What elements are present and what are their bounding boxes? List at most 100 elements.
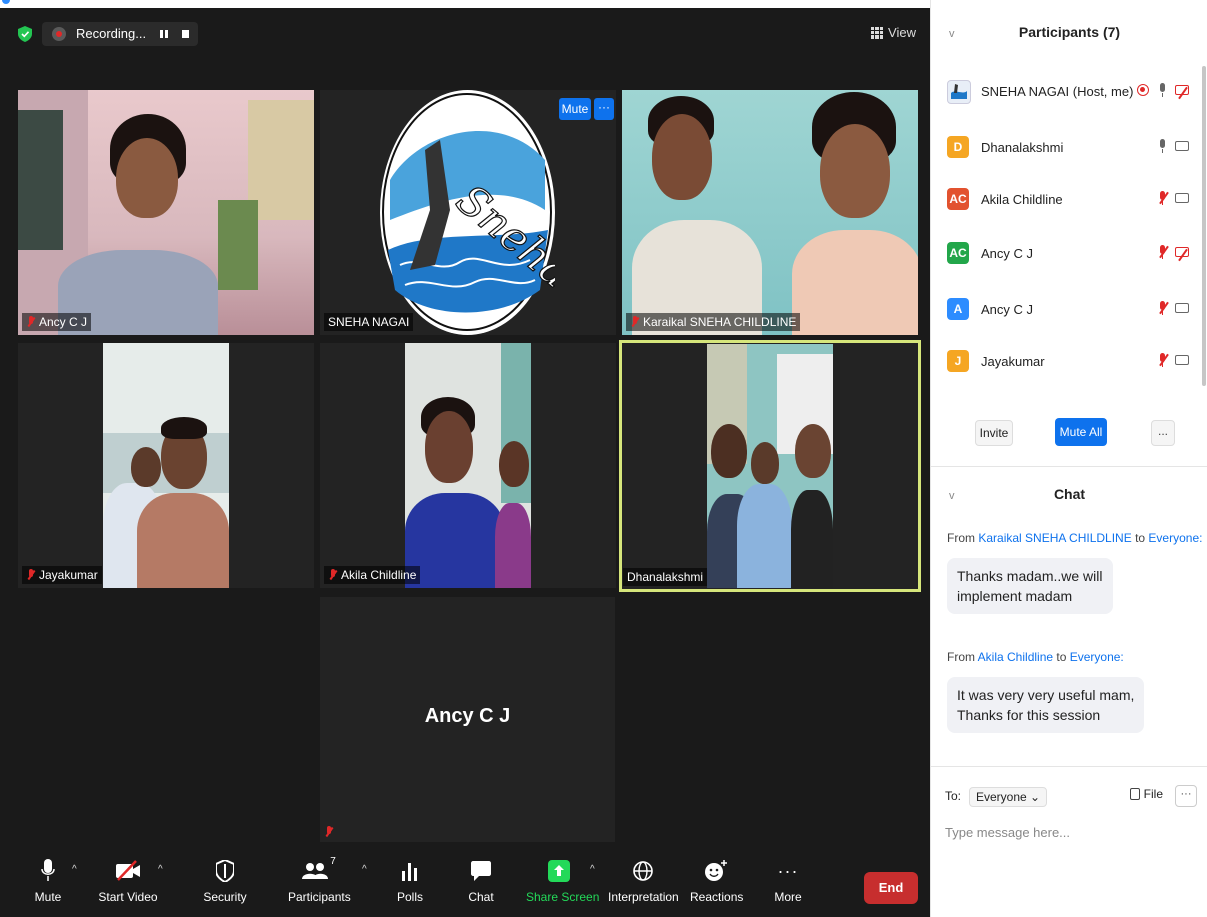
participant-row[interactable]: D Dhanalakshmi: [947, 134, 1197, 162]
file-button[interactable]: File: [1129, 787, 1163, 801]
chat-button[interactable]: Chat: [466, 856, 496, 904]
microphone-muted-icon[interactable]: [1157, 301, 1169, 315]
video-tile-jayakumar[interactable]: Jayakumar: [18, 343, 314, 588]
participant-status: [1157, 353, 1189, 367]
security-label: Security: [203, 890, 247, 904]
meeting-area: Recording... View Ancy C J Sneha SNEHA N…: [0, 8, 930, 917]
file-label: File: [1143, 787, 1163, 801]
tile-name: Akila Childline: [341, 568, 417, 582]
invite-button[interactable]: Invite: [975, 420, 1013, 446]
video-tile-ancy[interactable]: Ancy C J: [18, 90, 314, 335]
interpretation-label: Interpretation: [608, 890, 679, 904]
tile-mute-button[interactable]: Mute: [559, 98, 591, 120]
mute-all-button[interactable]: Mute All: [1055, 418, 1107, 446]
more-dots-icon: ···: [777, 860, 799, 881]
participant-avatar: AC: [947, 242, 969, 264]
video-feed: [18, 90, 314, 335]
tile-name-tag: SNEHA NAGAI: [324, 313, 414, 331]
grid-view-icon: [871, 26, 884, 39]
tile-name: Karaikal SNEHA CHILDLINE: [643, 315, 797, 329]
chat-message-bubble: Thanks madam..we will implement madam: [947, 558, 1113, 614]
chat-message-meta: From Akila Childline to Everyone:: [947, 650, 1124, 664]
tile-name: SNEHA NAGAI: [328, 315, 410, 329]
mic-muted-icon: [630, 316, 640, 328]
video-off-icon[interactable]: [1175, 247, 1189, 262]
security-button[interactable]: Security: [202, 856, 248, 904]
video-feed: [622, 90, 918, 335]
participant-row[interactable]: AC Akila Childline: [947, 186, 1197, 214]
video-off-tile-ancy[interactable]: Ancy C J: [320, 597, 615, 842]
microphone-muted-icon[interactable]: [1157, 245, 1169, 259]
participants-header: Participants (7): [1018, 24, 1121, 40]
participants-scrollbar[interactable]: [1202, 66, 1206, 386]
tile-name: Jayakumar: [39, 568, 98, 582]
participant-name: SNEHA NAGAI (Host, me): [981, 84, 1134, 99]
participant-row[interactable]: SNEHA NAGAI (Host, me): [947, 78, 1197, 106]
participant-avatar: D: [947, 136, 969, 158]
start-video-button[interactable]: Start Video: [96, 856, 160, 904]
chat-recipient-link[interactable]: Everyone:: [1070, 650, 1124, 664]
microphone-icon[interactable]: [1157, 139, 1167, 153]
video-tile-sneha-nagai[interactable]: Sneha SNEHA NAGAI: [320, 90, 616, 335]
view-button[interactable]: View: [871, 25, 916, 40]
participant-row[interactable]: AC Ancy C J: [947, 240, 1197, 268]
share-screen-label: Share Screen: [526, 890, 600, 904]
tile-more-button[interactable]: ···: [594, 98, 614, 120]
share-options-caret[interactable]: ^: [590, 864, 595, 875]
video-off-icon[interactable]: [1175, 85, 1189, 100]
reactions-label: Reactions: [690, 890, 744, 904]
participants-options-caret[interactable]: ^: [362, 864, 367, 875]
video-camera-icon[interactable]: [1175, 355, 1189, 365]
recipient-select[interactable]: Everyone ⌄: [969, 787, 1048, 807]
microphone-icon[interactable]: [1157, 83, 1167, 97]
mic-muted-icon: [324, 826, 334, 838]
microphone-muted-icon[interactable]: [1157, 353, 1169, 367]
tile-name-tag: Karaikal SNEHA CHILDLINE: [626, 313, 801, 331]
meeting-toolbar: Mute ^ Start Video ^ Security 7 Particip…: [0, 850, 930, 917]
video-camera-icon[interactable]: [1175, 141, 1189, 151]
more-button[interactable]: ··· More: [770, 856, 806, 905]
video-options-caret[interactable]: ^: [158, 864, 163, 875]
panel-divider: [931, 466, 1207, 467]
video-camera-icon[interactable]: [1175, 303, 1189, 313]
participants-more-button[interactable]: ...: [1151, 420, 1175, 446]
panel-divider: [931, 766, 1207, 767]
pause-recording-icon[interactable]: [158, 28, 170, 40]
video-tile-dhanalakshmi[interactable]: Dhanalakshmi: [619, 340, 921, 592]
tile-name: Dhanalakshmi: [627, 570, 704, 584]
security-shield-icon[interactable]: [18, 26, 32, 42]
end-meeting-button[interactable]: End: [864, 872, 918, 904]
participant-row[interactable]: J Jayakumar: [947, 348, 1197, 376]
stop-recording-icon[interactable]: [182, 30, 189, 38]
participants-button[interactable]: 7 Participants: [288, 856, 351, 904]
share-screen-button[interactable]: Share Screen: [526, 856, 600, 904]
zoom-app-icon: [2, 0, 10, 4]
chat-sender-link[interactable]: Karaikal SNEHA CHILDLINE: [978, 531, 1131, 545]
microphone-muted-icon[interactable]: [1157, 191, 1169, 205]
recording-icon: [52, 27, 66, 41]
chat-recipient-link[interactable]: Everyone:: [1148, 531, 1202, 545]
participant-avatar: J: [947, 350, 969, 372]
chat-more-button[interactable]: ···: [1175, 785, 1197, 807]
participant-name: Jayakumar: [981, 354, 1045, 369]
video-camera-icon[interactable]: [1175, 193, 1189, 203]
reactions-icon: [705, 860, 727, 881]
polls-button[interactable]: Polls: [394, 856, 426, 904]
polls-icon: [402, 863, 417, 881]
view-label: View: [888, 25, 916, 40]
chat-message-bubble: It was very very useful mam, Thanks for …: [947, 677, 1145, 733]
audio-options-caret[interactable]: ^: [72, 864, 77, 875]
more-label: More: [774, 890, 802, 904]
mute-button[interactable]: Mute: [28, 856, 68, 904]
chat-sender-link[interactable]: Akila Childline: [978, 650, 1053, 664]
participant-row[interactable]: A Ancy C J: [947, 296, 1197, 324]
chat-message-input[interactable]: Type message here...: [945, 825, 1195, 840]
video-feed: [405, 343, 531, 588]
reactions-button[interactable]: Reactions: [690, 856, 744, 904]
interpretation-button[interactable]: Interpretation: [608, 856, 679, 904]
participant-name-large: Ancy C J: [424, 705, 511, 727]
video-tile-karaikal[interactable]: Karaikal SNEHA CHILDLINE: [622, 90, 918, 335]
tile-name: Ancy C J: [39, 315, 88, 329]
video-tile-akila[interactable]: Akila Childline: [320, 343, 616, 588]
participant-name: Dhanalakshmi: [981, 140, 1064, 155]
